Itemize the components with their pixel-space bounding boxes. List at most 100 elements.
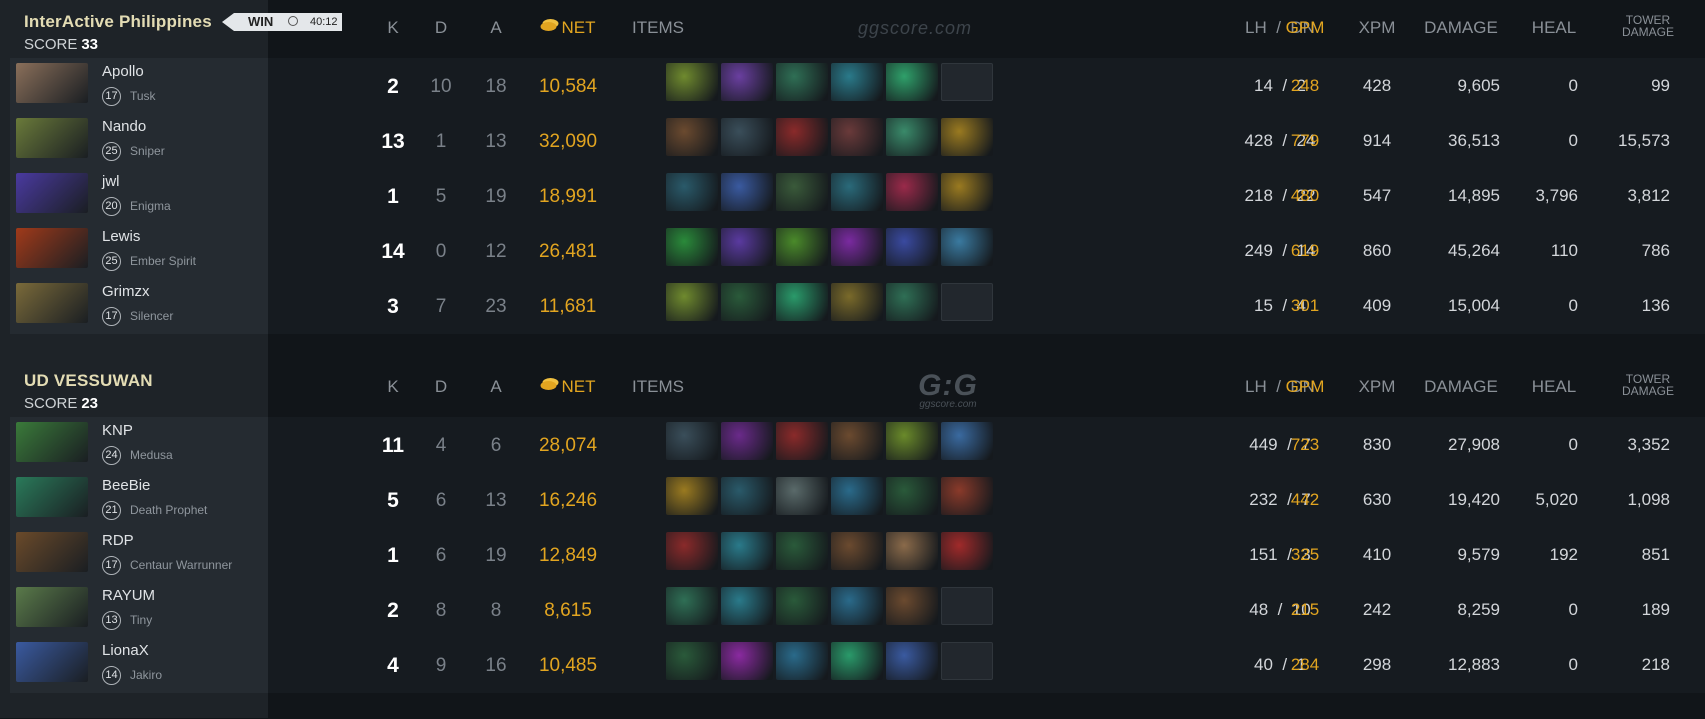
header-items[interactable]: ITEMS [632,18,684,38]
header-a[interactable]: A [490,377,501,397]
item-icon[interactable] [721,532,773,570]
item-icon[interactable] [831,642,883,680]
item-icon[interactable] [831,283,883,321]
item-icon[interactable] [831,477,883,515]
header-gpm[interactable]: GPM [1286,18,1325,38]
header-net[interactable]: NET [540,18,596,38]
item-icon[interactable] [721,228,773,266]
item-icon[interactable] [666,63,718,101]
player-card[interactable]: BeeBie 21 Death Prophet [10,472,268,528]
player-card[interactable]: Lewis 25 Ember Spirit [10,223,268,279]
item-icon[interactable] [721,642,773,680]
hero-portrait[interactable] [16,283,88,323]
item-icon[interactable] [666,118,718,156]
player-card[interactable]: RDP 17 Centaur Warrunner [10,527,268,583]
item-icon[interactable] [886,63,938,101]
item-icon[interactable] [776,173,828,211]
player-name[interactable]: jwl [102,173,120,190]
item-icon[interactable] [666,173,718,211]
item-icon[interactable] [666,532,718,570]
header-d[interactable]: D [435,377,447,397]
hero-portrait[interactable] [16,173,88,213]
player-name[interactable]: Grimzx [102,283,150,300]
player-card[interactable]: LionaX 14 Jakiro [10,637,268,693]
item-icon[interactable] [831,118,883,156]
item-icon[interactable] [776,118,828,156]
item-icon[interactable] [776,283,828,321]
item-icon[interactable] [941,118,993,156]
item-icon[interactable] [666,642,718,680]
hero-portrait[interactable] [16,642,88,682]
item-icon[interactable] [886,173,938,211]
header-damage[interactable]: DAMAGE [1424,377,1498,397]
player-name[interactable]: BeeBie [102,477,150,494]
player-card[interactable]: Apollo 17 Tusk [10,58,268,114]
item-icon[interactable] [721,173,773,211]
item-icon[interactable] [776,642,828,680]
item-icon[interactable] [666,422,718,460]
player-name[interactable]: KNP [102,422,133,439]
item-icon[interactable] [721,477,773,515]
item-icon[interactable] [831,173,883,211]
item-icon[interactable] [886,477,938,515]
item-icon[interactable] [666,477,718,515]
item-icon[interactable] [721,283,773,321]
item-icon[interactable] [721,118,773,156]
item-icon[interactable] [831,63,883,101]
player-name[interactable]: Nando [102,118,146,135]
hero-portrait[interactable] [16,587,88,627]
item-icon[interactable] [886,587,938,625]
header-xpm[interactable]: XPM [1359,18,1396,38]
hero-portrait[interactable] [16,118,88,158]
item-icon[interactable] [776,63,828,101]
player-name[interactable]: Lewis [102,228,140,245]
header-k[interactable]: K [387,18,398,38]
item-icon[interactable] [886,532,938,570]
item-icon[interactable] [941,532,993,570]
item-icon[interactable] [941,422,993,460]
item-icon[interactable] [721,422,773,460]
item-icon[interactable] [776,228,828,266]
hero-portrait[interactable] [16,422,88,462]
header-a[interactable]: A [490,18,501,38]
item-icon[interactable] [776,532,828,570]
hero-portrait[interactable] [16,477,88,517]
item-icon[interactable] [886,422,938,460]
header-heal[interactable]: HEAL [1532,377,1576,397]
header-d[interactable]: D [435,18,447,38]
item-icon[interactable] [831,587,883,625]
item-icon[interactable] [666,228,718,266]
item-icon[interactable] [831,228,883,266]
item-icon[interactable] [941,173,993,211]
player-card[interactable]: RAYUM 13 Tiny [10,582,268,638]
player-card[interactable]: Nando 25 Sniper [10,113,268,169]
header-xpm[interactable]: XPM [1359,377,1396,397]
header-tower-damage[interactable]: TOWER DAMAGE [1622,14,1674,38]
player-card[interactable]: jwl 20 Enigma [10,168,268,224]
item-icon[interactable] [831,422,883,460]
header-gpm[interactable]: GPM [1286,377,1325,397]
player-name[interactable]: RDP [102,532,134,549]
hero-portrait[interactable] [16,532,88,572]
player-card[interactable]: KNP 24 Medusa [10,417,268,473]
item-icon[interactable] [941,228,993,266]
header-damage[interactable]: DAMAGE [1424,18,1498,38]
header-heal[interactable]: HEAL [1532,18,1576,38]
item-icon[interactable] [721,587,773,625]
header-tower-damage[interactable]: TOWER DAMAGE [1622,373,1674,397]
item-icon[interactable] [941,477,993,515]
item-icon[interactable] [831,532,883,570]
item-icon[interactable] [776,587,828,625]
header-items[interactable]: ITEMS [632,377,684,397]
player-name[interactable]: RAYUM [102,587,155,604]
player-name[interactable]: LionaX [102,642,149,659]
item-icon[interactable] [776,477,828,515]
item-icon[interactable] [886,118,938,156]
header-k[interactable]: K [387,377,398,397]
player-name[interactable]: Apollo [102,63,144,80]
header-net[interactable]: NET [540,377,596,397]
item-icon[interactable] [886,283,938,321]
item-icon[interactable] [776,422,828,460]
item-icon[interactable] [721,63,773,101]
hero-portrait[interactable] [16,228,88,268]
